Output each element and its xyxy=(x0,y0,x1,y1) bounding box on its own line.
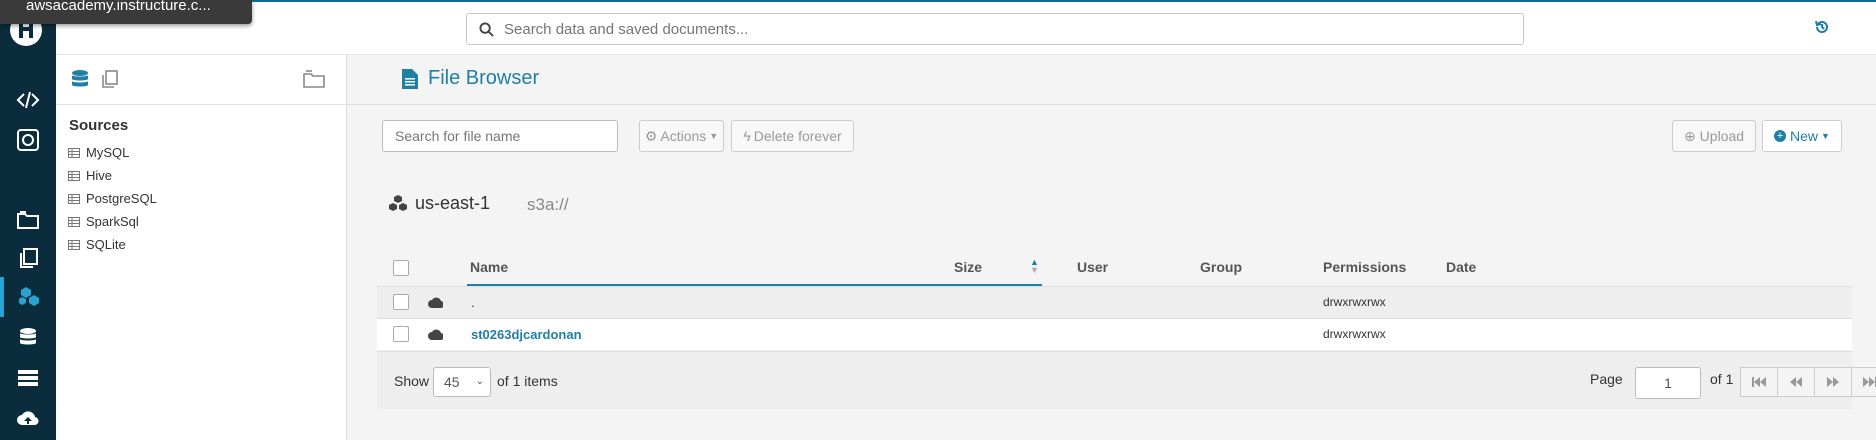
bolt-icon: ϟ xyxy=(743,128,751,144)
pagination-footer: Show 45 ⌄ of 1 items Page 1 of 1 xyxy=(377,351,1876,409)
page-total: of 1 xyxy=(1710,371,1734,387)
table-icon xyxy=(68,193,80,204)
first-page-icon[interactable] xyxy=(1740,367,1778,397)
column-header-size[interactable]: Size xyxy=(954,259,982,275)
editor-code-icon[interactable] xyxy=(0,80,56,120)
source-label: SparkSql xyxy=(86,214,139,229)
column-header-group[interactable]: Group xyxy=(1200,259,1242,275)
actions-button[interactable]: ⚙ Actions ▼ xyxy=(639,120,724,152)
files-tab-icon[interactable] xyxy=(303,70,325,93)
source-item-hive[interactable]: Hive xyxy=(68,168,112,183)
assist-panel: Sources MySQL Hive PostgreSQL SparkSql S… xyxy=(56,55,347,440)
main-header: File Browser xyxy=(347,55,1876,105)
previous-page-icon[interactable] xyxy=(1777,367,1815,397)
table-icon xyxy=(68,216,80,227)
table-header: Name ▲ ▼ Size User Group Permissions Date xyxy=(377,248,1852,286)
source-item-sqlite[interactable]: SQLite xyxy=(68,237,126,252)
sort-asc-icon[interactable]: ▲ ▼ xyxy=(1030,258,1039,275)
column-header-permissions[interactable]: Permissions xyxy=(1323,259,1406,275)
source-label: SQLite xyxy=(86,237,126,252)
actions-label: Actions xyxy=(660,128,707,144)
source-item-mysql[interactable]: MySQL xyxy=(68,145,129,160)
table-icon xyxy=(68,239,80,250)
chevron-down-icon: ⌄ xyxy=(475,376,484,387)
s3-browser-icon[interactable] xyxy=(0,277,56,317)
database-tab-icon[interactable] xyxy=(70,69,90,96)
global-search[interactable] xyxy=(466,13,1524,45)
file-browser-content: Search for file name ⚙ Actions ▼ ϟ Delet… xyxy=(347,105,1876,440)
source-item-postgresql[interactable]: PostgreSQL xyxy=(68,191,157,206)
plus-circle-icon: + xyxy=(1774,130,1787,142)
delete-forever-button[interactable]: ϟ Delete forever xyxy=(731,120,854,152)
row-permissions: drwxrwxrwx xyxy=(1323,327,1386,341)
source-label: PostgreSQL xyxy=(86,191,157,206)
browser-tooltip: awsacademy.instructure.c... xyxy=(0,0,252,24)
source-label: Hive xyxy=(86,168,113,183)
breadcrumb-root-label: us-east-1 xyxy=(415,193,491,213)
search-icon xyxy=(479,21,494,37)
sources-title: Sources xyxy=(69,117,129,134)
left-nav-bar xyxy=(0,0,56,440)
caret-down-icon: ▼ xyxy=(709,131,719,141)
delete-forever-label: Delete forever xyxy=(753,128,842,144)
next-page-icon[interactable] xyxy=(1814,367,1852,397)
cloud-upload-icon[interactable] xyxy=(0,398,56,438)
file-table: Name ▲ ▼ Size User Group Permissions Date… xyxy=(377,248,1852,350)
cloud-icon xyxy=(428,327,445,345)
upload-label: Upload xyxy=(1699,128,1745,144)
source-item-sparksql[interactable]: SparkSql xyxy=(68,214,139,229)
page-label: Page xyxy=(1590,371,1623,387)
path-protocol[interactable]: s3a:// xyxy=(527,195,569,215)
top-bar xyxy=(56,0,1876,55)
select-all-checkbox[interactable] xyxy=(393,260,409,276)
tables-icon[interactable] xyxy=(0,358,56,398)
gear-icon: ⚙ xyxy=(644,127,658,144)
cubes-icon xyxy=(389,194,407,211)
database-icon[interactable] xyxy=(0,318,56,358)
row-checkbox[interactable] xyxy=(393,326,409,342)
table-row[interactable]: . drwxrwxrwx xyxy=(377,286,1852,318)
file-icon xyxy=(402,68,418,89)
history-icon[interactable] xyxy=(1814,19,1830,40)
table-icon xyxy=(68,147,80,158)
row-permissions: drwxrwxrwx xyxy=(1323,295,1386,309)
documents-icon[interactable] xyxy=(0,238,56,278)
page-number-input[interactable]: 1 xyxy=(1635,367,1701,399)
documents-tab-icon[interactable] xyxy=(100,69,120,94)
files-folder-icon[interactable] xyxy=(0,200,56,240)
last-page-icon[interactable] xyxy=(1851,367,1876,397)
assist-panel-header xyxy=(56,55,346,105)
show-label: Show xyxy=(394,373,430,389)
upload-button[interactable]: ⊕ Upload xyxy=(1672,120,1756,152)
row-checkbox[interactable] xyxy=(393,294,409,310)
row-name[interactable]: . xyxy=(471,295,475,310)
page-title-text: File Browser xyxy=(428,67,540,89)
row-name-link[interactable]: st0263djcardonan xyxy=(471,327,582,342)
column-header-name[interactable]: Name xyxy=(470,259,508,275)
cloud-icon xyxy=(428,295,445,313)
table-row[interactable]: st0263djcardonan drwxrwxrwx xyxy=(377,318,1852,350)
new-button[interactable]: + New ▼ xyxy=(1762,120,1842,152)
global-search-input[interactable] xyxy=(504,20,1404,38)
caret-down-icon: ▼ xyxy=(1821,131,1830,141)
items-count: of 1 items xyxy=(497,373,558,389)
dashboard-icon[interactable] xyxy=(0,120,56,160)
file-search-input[interactable]: Search for file name xyxy=(382,120,618,152)
page-title: File Browser xyxy=(402,67,539,90)
page-size-select[interactable]: 45 ⌄ xyxy=(433,367,491,397)
page-size-value: 45 xyxy=(444,374,460,390)
column-header-user[interactable]: User xyxy=(1077,259,1108,275)
table-icon xyxy=(68,170,80,181)
column-header-date[interactable]: Date xyxy=(1446,259,1476,275)
new-label: New xyxy=(1790,128,1819,144)
breadcrumb-root[interactable]: us-east-1 xyxy=(387,193,490,214)
source-label: MySQL xyxy=(86,145,130,160)
arrow-circle-up-icon: ⊕ xyxy=(1683,127,1696,144)
